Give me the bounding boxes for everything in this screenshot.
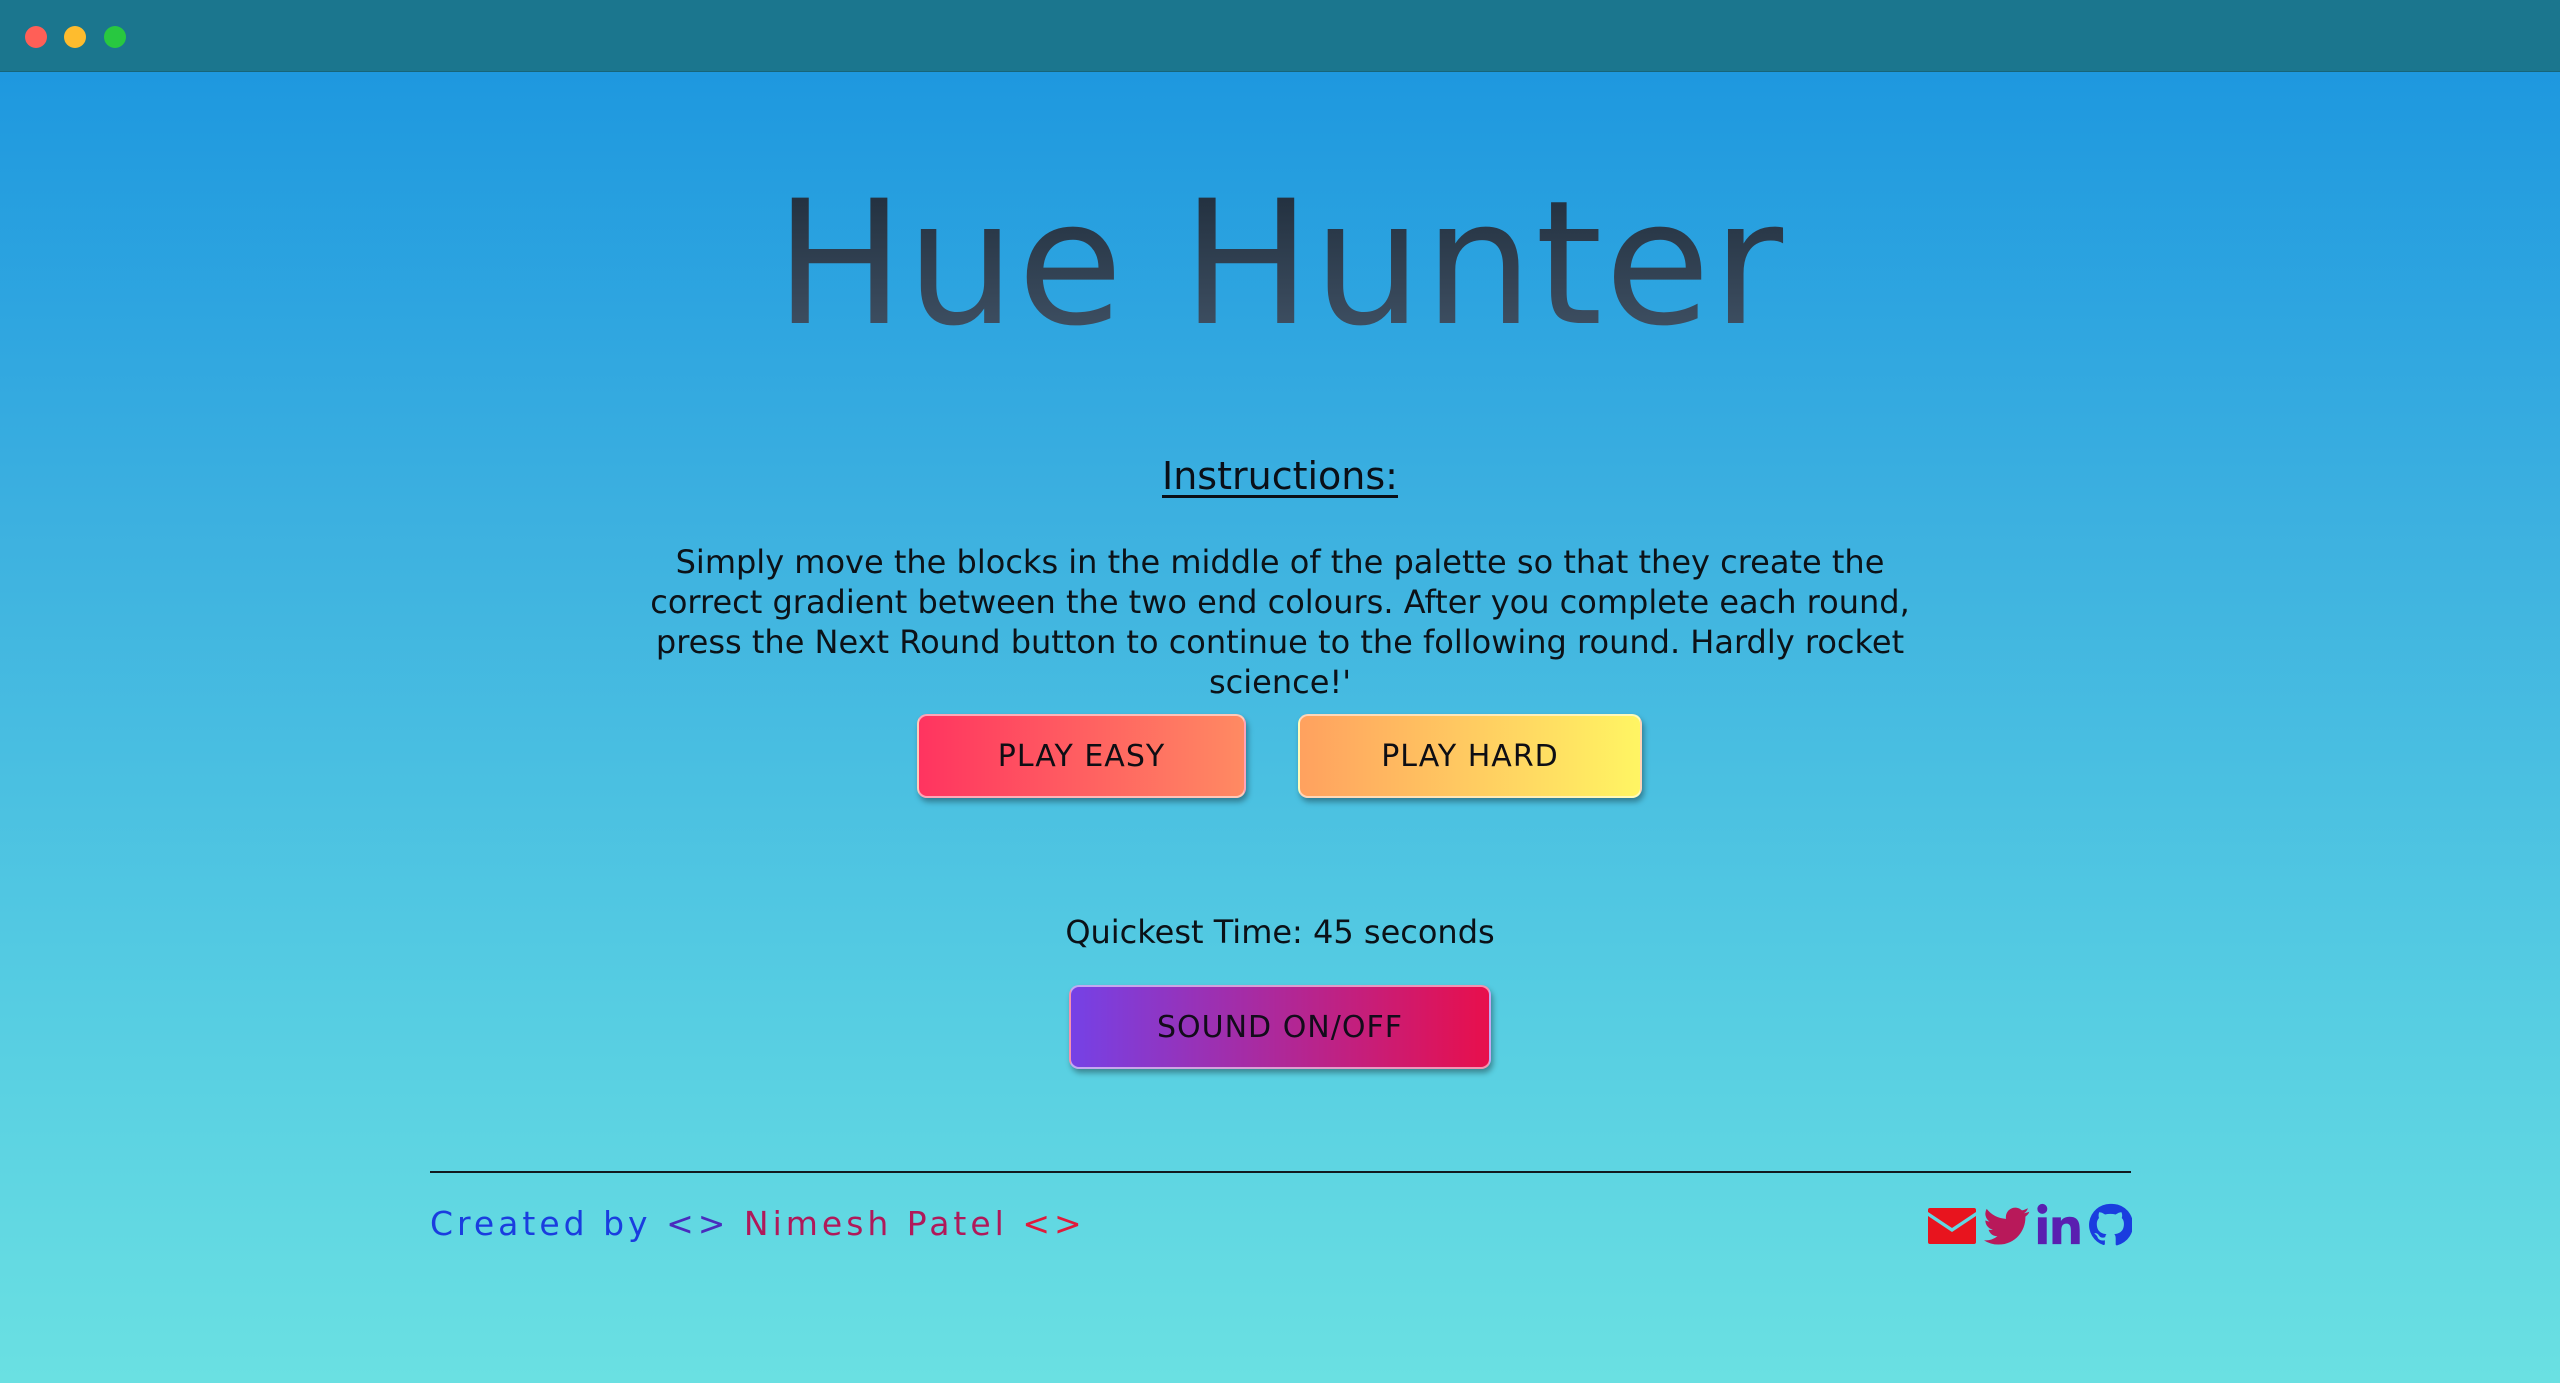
maximize-window-button[interactable] <box>104 26 126 48</box>
code-symbol-left: <> <box>666 1204 730 1243</box>
instructions-text: Simply move the blocks in the middle of … <box>650 543 1910 701</box>
play-easy-button[interactable]: PLAY EASY <box>917 714 1246 798</box>
author-name: Nimesh Patel <box>743 1204 1008 1243</box>
footer-divider <box>430 1171 2131 1173</box>
code-symbol-right: <> <box>1022 1204 1086 1243</box>
play-hard-button[interactable]: PLAY HARD <box>1298 714 1642 798</box>
github-icon[interactable] <box>2088 1202 2132 1248</box>
footer-credit: Created by <> Nimesh Patel <> <box>430 1204 1086 1244</box>
twitter-icon[interactable] <box>1984 1202 2030 1248</box>
minimize-window-button[interactable] <box>64 26 86 48</box>
linkedin-icon[interactable] <box>2036 1202 2082 1248</box>
created-by-label: Created by <box>430 1204 652 1243</box>
social-links <box>1928 1202 2132 1248</box>
app-window: Hue Hunter Instructions: Simply move the… <box>0 0 2560 1383</box>
quickest-time-text: Quickest Time: 45 seconds <box>1065 913 1495 951</box>
window-titlebar <box>0 0 2560 72</box>
page-title: Hue Hunter <box>0 164 2560 364</box>
instructions-heading: Instructions: <box>1162 454 1398 498</box>
close-window-button[interactable] <box>25 26 47 48</box>
page-content: Hue Hunter Instructions: Simply move the… <box>0 72 2560 1383</box>
sound-toggle-button[interactable]: SOUND ON/OFF <box>1069 985 1491 1069</box>
envelope-icon[interactable] <box>1928 1202 1976 1248</box>
